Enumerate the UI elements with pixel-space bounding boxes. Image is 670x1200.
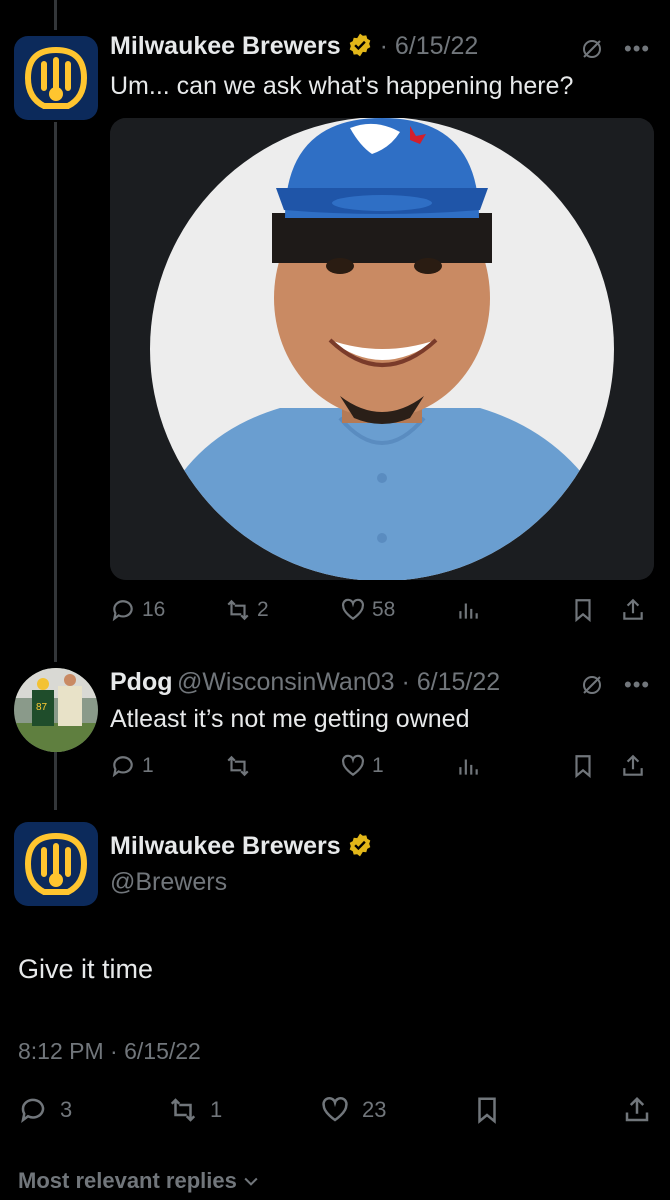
thread-line [54,750,57,810]
tweet-text: Um... can we ask what's happening here? [110,72,574,100]
like-button[interactable]: 23 [320,1090,386,1130]
thread-line [54,122,57,662]
reply-button[interactable]: 1 [110,746,154,786]
tweet-header: Pdog @WisconsinWan03 · 6/15/22 [110,668,501,696]
bookmark-button[interactable] [570,590,596,630]
thread-line [54,0,57,30]
retweet-button[interactable] [225,746,257,786]
reply-icon [112,600,133,622]
author-name[interactable]: Milwaukee Brewers [110,832,341,860]
like-icon [322,1096,348,1122]
reply-button[interactable]: 16 [110,590,165,630]
main-tweet-actions: 3 1 23 [18,1090,658,1134]
tweet-media[interactable] [110,118,654,580]
tweet-date[interactable]: 6/15/22 [395,32,478,60]
tweet-actions: 16 2 58 [110,590,650,630]
grok-icon[interactable] [580,673,604,697]
timestamp[interactable]: 8:12 PM · 6/15/22 [18,1038,201,1065]
bookmark-icon [478,1097,496,1124]
reply-icon [21,1098,45,1123]
views-button[interactable] [455,746,481,786]
like-button[interactable]: 1 [340,746,384,786]
bookmark-icon [575,755,591,779]
author-name[interactable]: Pdog [110,668,173,696]
main-tweet-header: Milwaukee Brewers [110,832,373,861]
bookmark-button[interactable] [570,746,596,786]
retweet-button[interactable]: 2 [225,590,269,630]
bookmark-icon [575,599,591,623]
tweet-header: Milwaukee Brewers · 6/15/22 [110,32,479,60]
tweet-actions: 1 1 [110,746,650,786]
views-icon [459,759,478,775]
like-icon [342,598,364,620]
share-button[interactable] [620,590,646,630]
share-icon [623,598,643,620]
retweet-icon [227,599,249,621]
retweet-button[interactable]: 1 [168,1090,222,1130]
pdog-avatar[interactable]: 87 [14,668,98,752]
views-icon [459,603,478,619]
main-tweet-text: Give it time [18,954,154,984]
like-button[interactable]: 58 [340,590,395,630]
tweet-date[interactable]: 6/15/22 [417,668,500,696]
brewers-avatar[interactable] [14,36,98,120]
replies-sort-label: Most relevant replies [18,1168,237,1193]
verified-badge-icon [349,833,370,857]
brewers-avatar[interactable] [14,822,98,906]
bookmark-button[interactable] [472,1090,502,1130]
like-icon [342,754,364,776]
share-button[interactable] [620,746,646,786]
chevron-down-icon [244,1177,258,1186]
share-icon [623,754,643,776]
more-icon[interactable]: ••• [624,672,650,698]
reply-button[interactable]: 3 [18,1090,72,1130]
grok-icon[interactable] [580,37,604,61]
svg-text:87: 87 [36,702,48,713]
views-button[interactable] [455,590,481,630]
verified-badge-icon [349,33,370,57]
share-icon [625,1096,649,1122]
retweet-icon [227,755,249,777]
reply-icon [112,756,133,778]
tweet-text: Atleast it’s not me getting owned [110,705,470,733]
share-button[interactable] [622,1090,652,1130]
author-handle[interactable]: @Brewers [110,868,227,897]
replies-sort-dropdown[interactable]: Most relevant replies [18,1168,261,1194]
retweet-icon [170,1098,196,1122]
player-photo [110,118,654,580]
more-icon[interactable]: ••• [624,36,650,62]
author-handle[interactable]: @WisconsinWan03 [177,668,395,696]
author-name[interactable]: Milwaukee Brewers [110,32,341,60]
